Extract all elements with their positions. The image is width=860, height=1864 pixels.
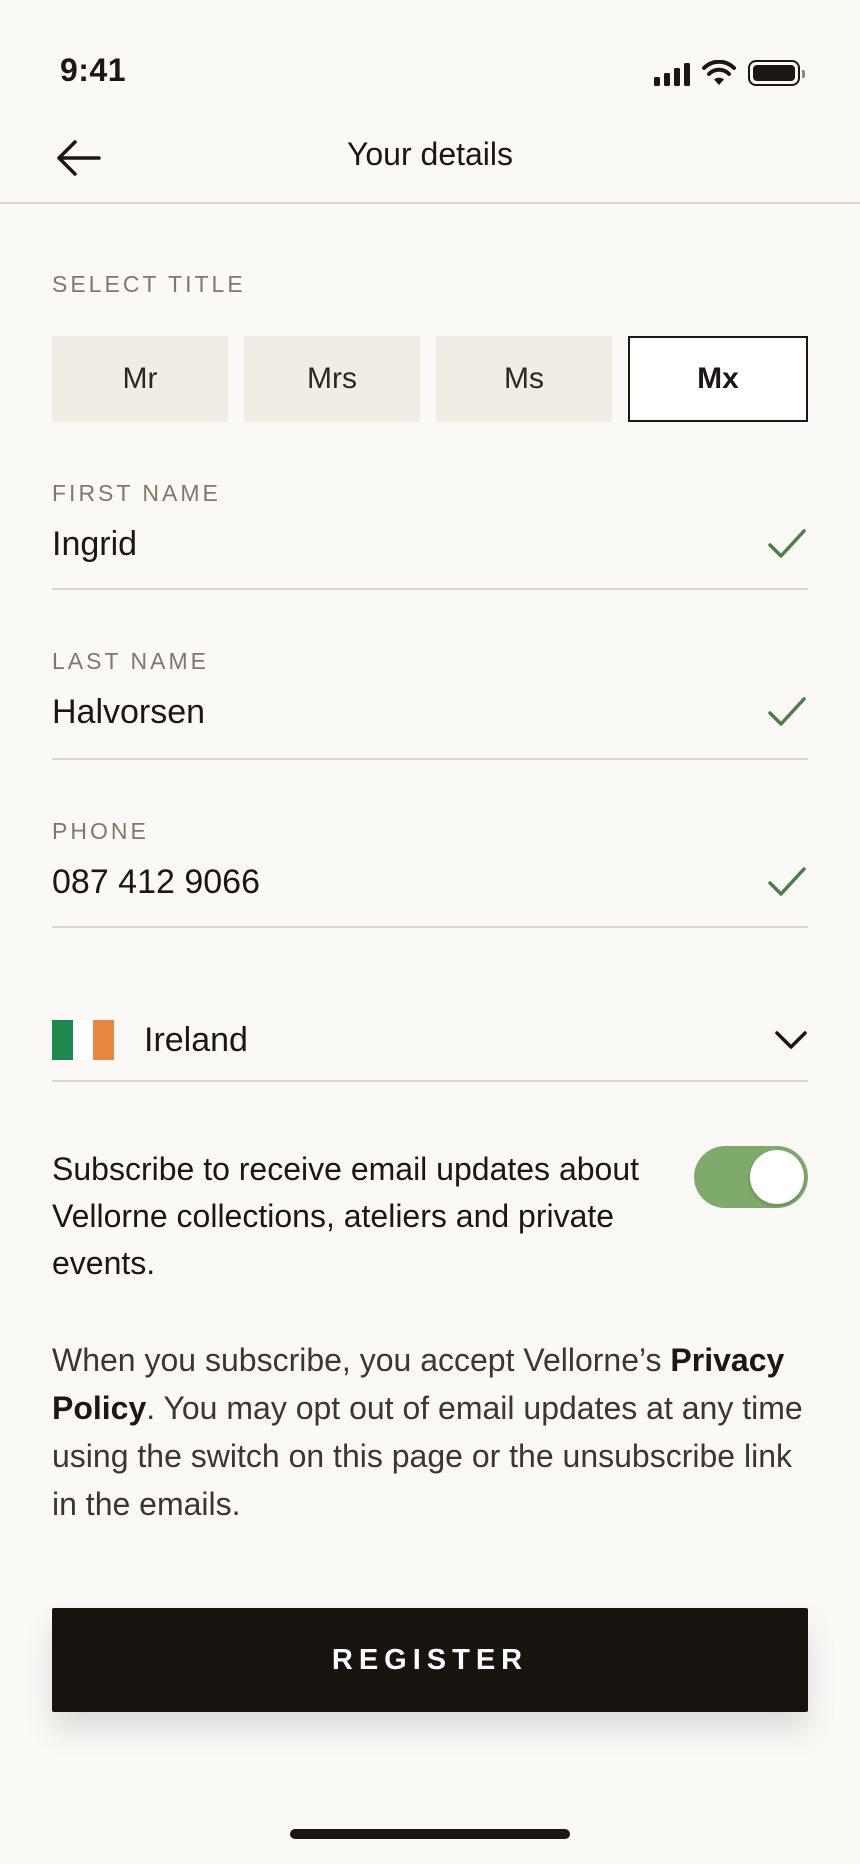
status-bar: 9:41 [0, 0, 860, 110]
title-option-mr[interactable]: Mr [52, 336, 228, 422]
subscribe-row: Subscribe to receive email updates about… [52, 1146, 808, 1287]
signal-icon [654, 60, 690, 86]
register-button[interactable]: REGISTER [52, 1608, 808, 1712]
phone-input[interactable]: 087 412 9066 [52, 863, 260, 902]
title-options: Mr Mrs Ms Mx [52, 336, 808, 422]
title-option-mx[interactable]: Mx [628, 336, 808, 422]
policy-prefix: When you subscribe, you accept Vellorne’… [52, 1342, 671, 1378]
country-select[interactable]: Ireland [52, 1000, 808, 1082]
status-icons [654, 60, 805, 86]
home-indicator [290, 1829, 570, 1839]
title-option-mrs[interactable]: Mrs [244, 336, 420, 422]
select-title-label: SELECT TITLE [52, 271, 246, 297]
toggle-knob [750, 1150, 804, 1204]
page-title: Your details [346, 136, 514, 172]
first-name-check-icon [766, 523, 808, 565]
ireland-flag-icon [52, 1020, 115, 1060]
first-name-label: FIRST NAME [52, 480, 221, 506]
chevron-down-icon [775, 1031, 807, 1049]
policy-suffix: . You may opt out of email updates at an… [52, 1390, 803, 1522]
first-name-input[interactable]: Ingrid [52, 525, 137, 564]
last-name-input[interactable]: Halvorsen [52, 693, 205, 732]
wifi-icon [702, 60, 736, 85]
last-name-check-icon [766, 691, 808, 733]
last-name-label: LAST NAME [52, 648, 209, 674]
privacy-notice: When you subscribe, you accept Vellorne’… [52, 1336, 808, 1528]
phone-field[interactable]: PHONE 087 412 9066 [52, 818, 808, 928]
title-option-ms[interactable]: Ms [436, 336, 612, 422]
subscribe-text: Subscribe to receive email updates about… [52, 1151, 640, 1281]
first-name-field[interactable]: FIRST NAME Ingrid [52, 480, 808, 590]
subscribe-toggle[interactable] [694, 1146, 808, 1208]
status-time: 9:41 [60, 52, 127, 88]
country-name: Ireland [144, 1020, 248, 1059]
battery-icon [748, 60, 805, 86]
phone-check-icon [766, 861, 808, 903]
last-name-field[interactable]: LAST NAME Halvorsen [52, 648, 808, 760]
nav-header: Your details [0, 110, 860, 204]
phone-label: PHONE [52, 818, 149, 844]
